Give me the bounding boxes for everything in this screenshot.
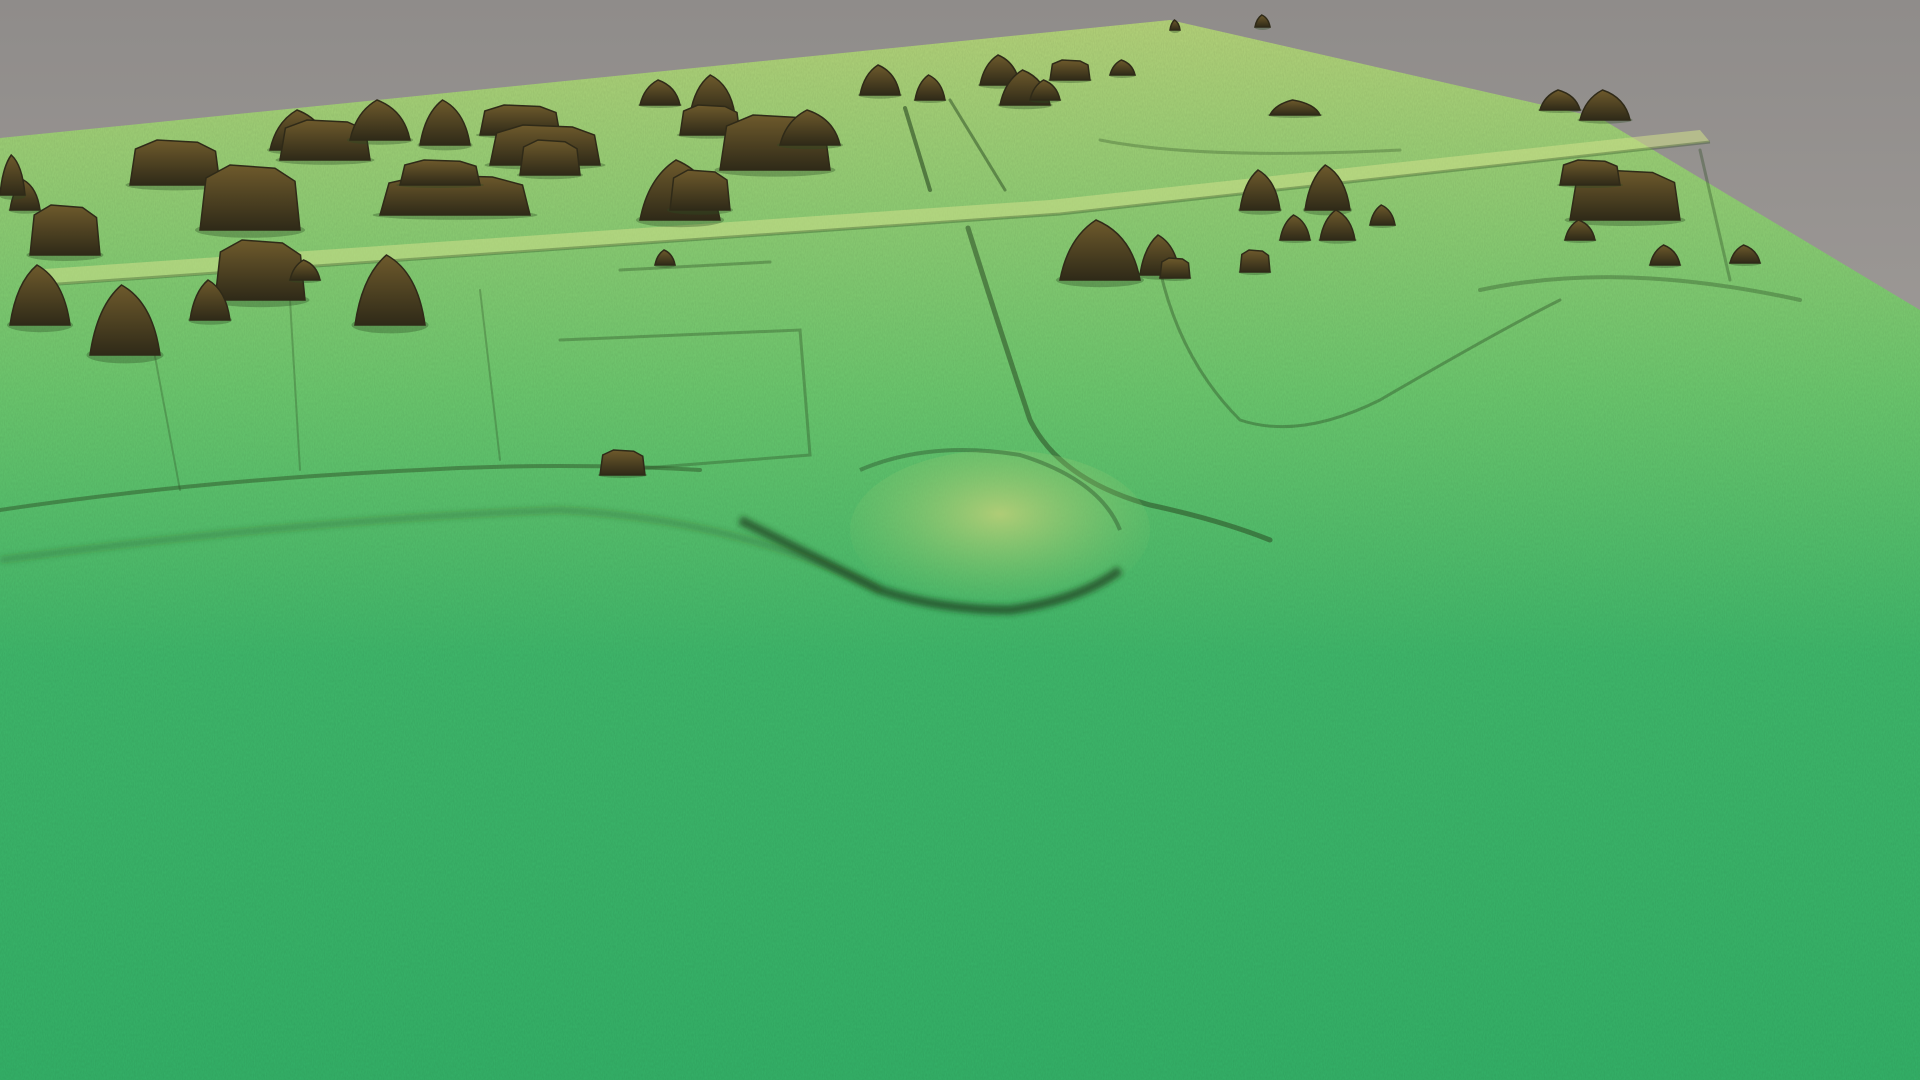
building-49 bbox=[1559, 159, 1621, 186]
building-44 bbox=[1239, 249, 1271, 273]
building-55 bbox=[1159, 257, 1191, 279]
building-13 bbox=[399, 159, 481, 186]
building-11 bbox=[519, 139, 581, 176]
building-26 bbox=[669, 169, 731, 211]
building-33 bbox=[1049, 59, 1091, 81]
building-4 bbox=[199, 164, 301, 231]
building-1 bbox=[29, 204, 101, 256]
building-53 bbox=[599, 449, 646, 476]
building-14 bbox=[214, 239, 306, 301]
lidar-terrain-scene bbox=[0, 0, 1920, 1080]
